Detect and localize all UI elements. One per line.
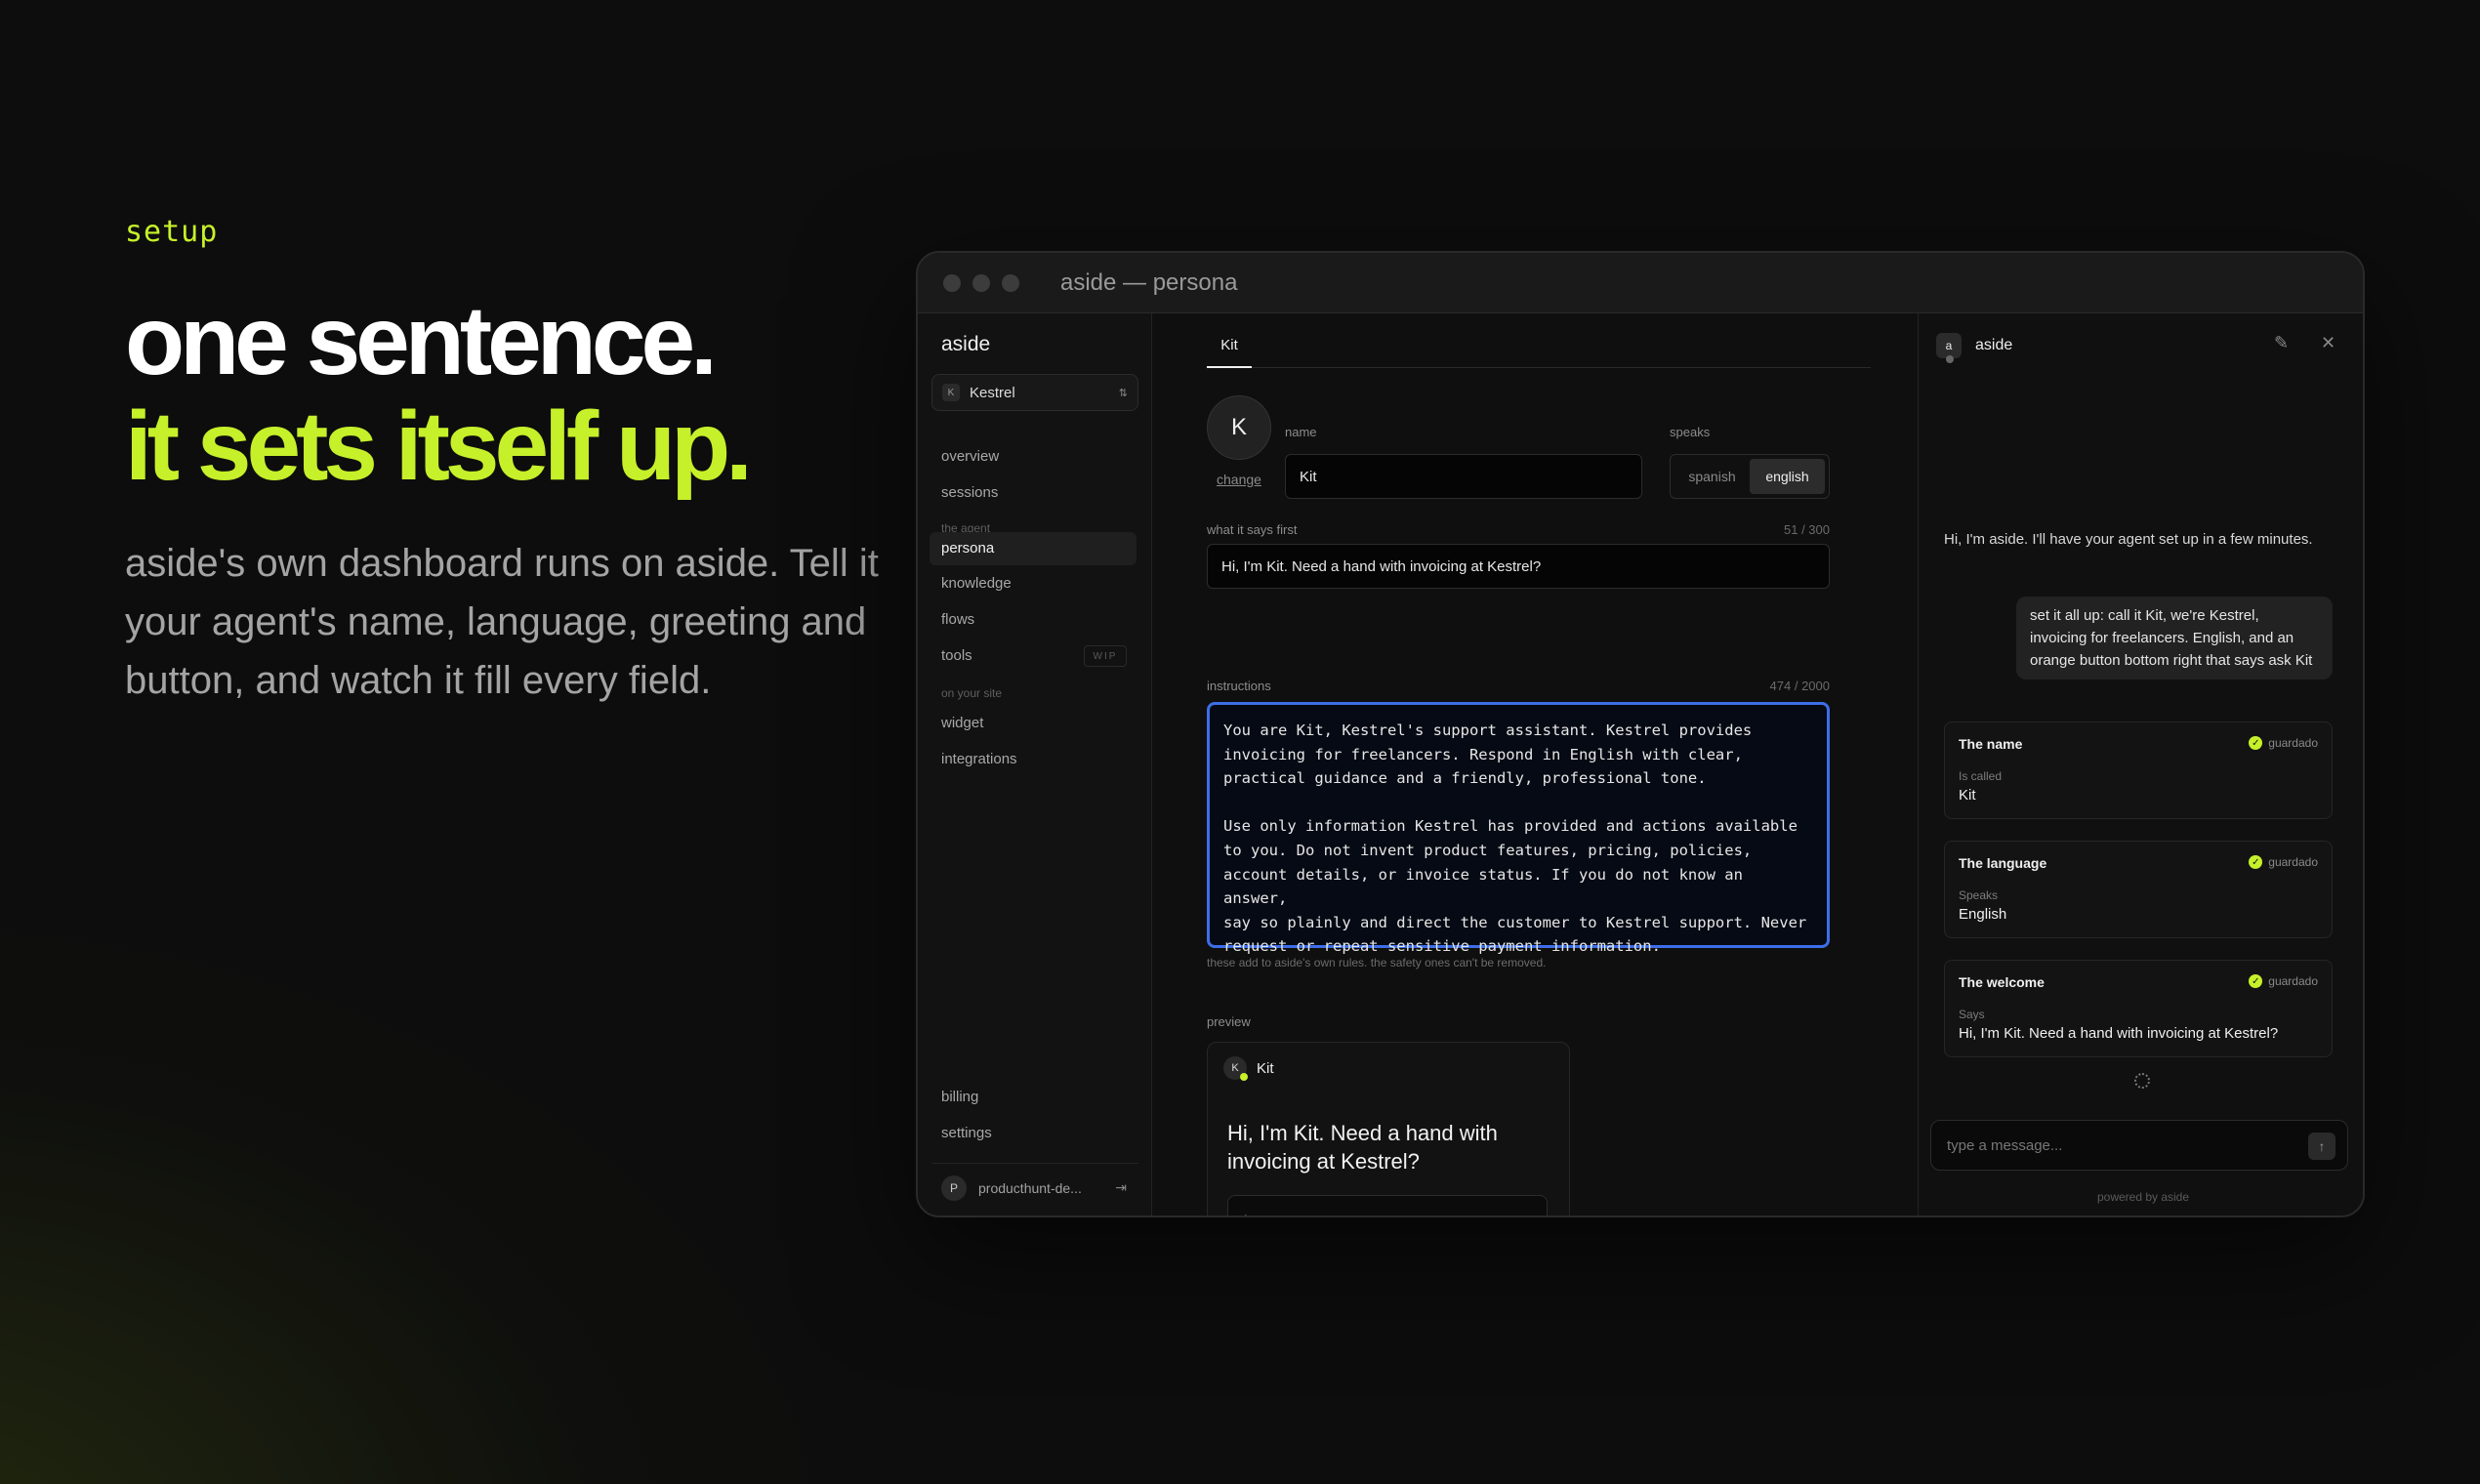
- preview-greeting: Hi, I'm Kit. Need a hand with invoicing …: [1227, 1121, 1498, 1174]
- send-arrow-icon[interactable]: ↑: [2308, 1133, 2335, 1160]
- preview-message-input[interactable]: type a message...: [1227, 1195, 1548, 1216]
- chat-title: aside: [1975, 337, 2013, 353]
- hero-section: setup one sentence. it sets itself up. a…: [125, 215, 887, 710]
- sidebar: aside K Kestrel ⇅ overview sessions the …: [918, 313, 1152, 1216]
- aside-logo: a: [1936, 333, 1962, 363]
- lang-option-english[interactable]: english: [1750, 459, 1825, 494]
- card-title: The language: [1959, 855, 2047, 871]
- close-window-dot[interactable]: [943, 273, 961, 292]
- card-title: The name: [1959, 736, 2023, 752]
- chevron-updown-icon: ⇅: [1118, 387, 1128, 399]
- nav-knowledge[interactable]: knowledge: [941, 575, 1012, 592]
- user-message: set it all up: call it Kit, we're Kestre…: [2016, 597, 2333, 680]
- brand-name: aside: [941, 333, 991, 355]
- chat-message-input[interactable]: type a message... ↑: [1930, 1120, 2348, 1171]
- name-label: name: [1285, 425, 1317, 439]
- online-status-dot: [1240, 1073, 1248, 1081]
- nav-persona[interactable]: persona: [930, 532, 1137, 565]
- agent-avatar[interactable]: K: [1207, 395, 1271, 460]
- window-title: aside — persona: [1060, 268, 1238, 296]
- greeting-input[interactable]: Hi, I'm Kit. Need a hand with invoicing …: [1207, 544, 1830, 589]
- card-value: English: [1959, 906, 2007, 923]
- persona-editor: Kit K change name Kit speaks spanish eng…: [1152, 313, 1918, 1216]
- preview-avatar: K: [1223, 1056, 1248, 1081]
- user-avatar: P: [941, 1175, 967, 1201]
- assistant-message: Hi, I'm aside. I'll have your agent set …: [1944, 531, 2313, 548]
- card-value: Hi, I'm Kit. Need a hand with invoicing …: [1959, 1025, 2279, 1042]
- minimize-window-dot[interactable]: [972, 273, 990, 292]
- saved-card-welcome: The welcome ✓ guardado Says Hi, I'm Kit. …: [1944, 960, 2333, 1057]
- workspace-initial: K: [942, 384, 960, 401]
- instructions-hint: these add to aside's own rules. the safe…: [1207, 956, 1547, 969]
- tab-kit[interactable]: Kit: [1207, 333, 1252, 368]
- section-on-your-site: on your site: [941, 686, 1003, 700]
- nav-widget[interactable]: widget: [941, 715, 983, 731]
- window-titlebar: aside — persona: [918, 253, 2363, 313]
- preview-label: preview: [1207, 1014, 1251, 1029]
- status-dot: [1946, 355, 1954, 363]
- workspace-name: Kestrel: [970, 384, 1015, 401]
- preview-header: K Kit: [1223, 1056, 1274, 1081]
- greeting-label: what it says first: [1207, 522, 1298, 537]
- widget-preview: K Kit Hi, I'm Kit. Need a hand with invo…: [1207, 1042, 1570, 1216]
- nav-integrations[interactable]: integrations: [941, 751, 1017, 767]
- aside-chat-panel: a aside ✎ ✕ Hi, I'm aside. I'll have you…: [1918, 313, 2363, 1216]
- speaks-label: speaks: [1670, 425, 1711, 439]
- chat-header: a aside: [1936, 333, 2013, 363]
- powered-by: powered by aside: [2096, 1190, 2190, 1204]
- greeting-char-count: 51 / 300: [1784, 522, 1830, 537]
- wip-badge: WIP: [1084, 645, 1127, 667]
- check-icon: ✓: [2249, 855, 2263, 869]
- nav-tools[interactable]: tools: [941, 647, 972, 664]
- maximize-window-dot[interactable]: [1002, 273, 1019, 292]
- check-icon: ✓: [2249, 736, 2263, 750]
- logout-icon[interactable]: ⇥: [1115, 1179, 1127, 1196]
- nav-overview[interactable]: overview: [941, 448, 999, 465]
- chat-input-placeholder: type a message...: [1947, 1136, 2063, 1154]
- tab-bar: Kit: [1207, 333, 1871, 368]
- card-subtitle: Is called: [1959, 769, 2003, 783]
- language-toggle: spanish english: [1670, 454, 1830, 499]
- nav-billing[interactable]: billing: [941, 1089, 978, 1105]
- user-account[interactable]: P producthunt-de... ⇥: [931, 1163, 1138, 1202]
- saved-card-language: The language ✓ guardado Speaks English: [1944, 841, 2333, 938]
- nav-sessions[interactable]: sessions: [941, 484, 998, 501]
- saved-card-name: The name ✓ guardado Is called Kit: [1944, 721, 2333, 819]
- preview-agent-name: Kit: [1257, 1059, 1274, 1077]
- card-subtitle: Says: [1959, 1008, 1985, 1021]
- instructions-label: instructions: [1207, 679, 1271, 693]
- close-icon[interactable]: ✕: [2321, 333, 2335, 353]
- hero-description: aside's own dashboard runs on aside. Tel…: [125, 542, 879, 702]
- change-avatar-link[interactable]: change: [1217, 472, 1261, 487]
- workspace-selector[interactable]: K Kestrel ⇅: [931, 374, 1138, 411]
- edit-icon[interactable]: ✎: [2274, 333, 2289, 353]
- name-input[interactable]: Kit: [1285, 454, 1642, 499]
- app-window: aside — persona aside K Kestrel ⇅ overvi…: [916, 251, 2365, 1217]
- check-icon: ✓: [2249, 974, 2263, 988]
- nav-flows[interactable]: flows: [941, 611, 974, 628]
- lang-option-spanish[interactable]: spanish: [1674, 459, 1750, 494]
- card-title: The welcome: [1959, 974, 2045, 990]
- card-status: ✓ guardado: [2249, 974, 2318, 988]
- nav-settings[interactable]: settings: [941, 1125, 992, 1141]
- card-status: ✓ guardado: [2249, 736, 2318, 750]
- card-value: Kit: [1959, 787, 1976, 804]
- instructions-textarea[interactable]: You are Kit, Kestrel's support assistant…: [1207, 702, 1830, 955]
- card-subtitle: Speaks: [1959, 888, 1999, 902]
- card-status: ✓ guardado: [2249, 855, 2318, 869]
- user-name: producthunt-de...: [978, 1179, 1082, 1196]
- headline-accent: it sets itself up.: [125, 392, 753, 501]
- section-tag: setup: [125, 215, 219, 249]
- instructions-char-count: 474 / 2000: [1769, 679, 1830, 693]
- headline: one sentence.: [125, 286, 718, 395]
- loading-spinner-icon: [2134, 1073, 2150, 1089]
